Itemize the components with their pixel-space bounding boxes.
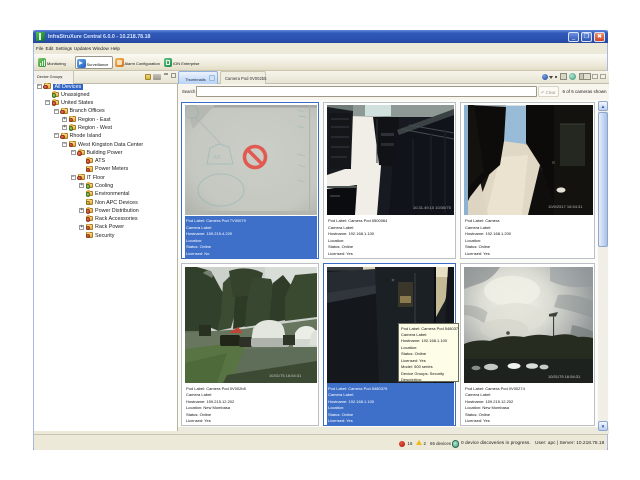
svg-text:AB: AB — [213, 155, 221, 161]
svg-text:10/31/75 16:54:31: 10/31/75 16:54:31 — [269, 373, 302, 378]
svg-text:10.31.49.10 10/30/75: 10.31.49.10 10/30/75 — [413, 205, 452, 210]
svg-text:10/31/75 16:54:31: 10/31/75 16:54:31 — [548, 374, 581, 379]
svg-text:10/5/2517 16:54:31: 10/5/2517 16:54:31 — [548, 204, 583, 209]
